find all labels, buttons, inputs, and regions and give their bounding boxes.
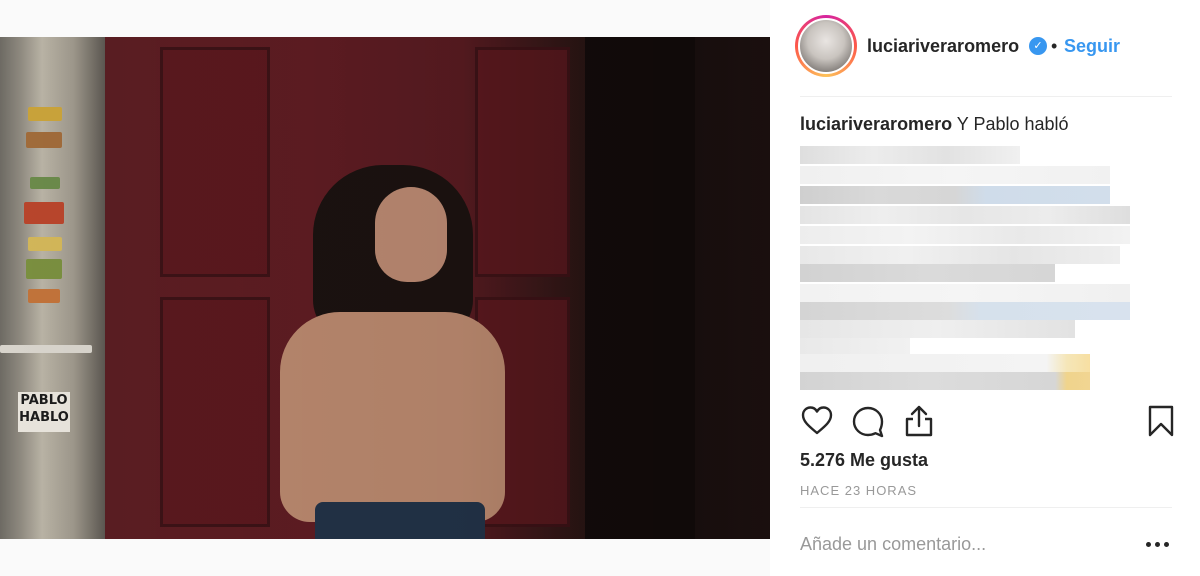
- caption-username[interactable]: luciariveraromero: [800, 114, 952, 134]
- comment-bubble-icon[interactable]: [851, 404, 885, 438]
- pixelated-row: [800, 246, 1120, 264]
- header-divider: [800, 96, 1172, 97]
- photo-shade: [0, 37, 770, 539]
- post-caption: luciariveraromero Y Pablo habló: [800, 114, 1069, 135]
- comment-input[interactable]: [800, 530, 1130, 558]
- pixelated-row: [800, 146, 1020, 164]
- pixelated-comments: [800, 146, 1200, 394]
- pixelated-row: [800, 284, 1130, 302]
- header-separator: •: [1051, 36, 1058, 56]
- pixelated-row: [800, 166, 1110, 184]
- post-photo[interactable]: PABLOHABLO: [0, 37, 770, 539]
- follow-button[interactable]: Seguir: [1064, 36, 1120, 57]
- pixelated-row: [800, 372, 1090, 390]
- pixelated-row: [800, 302, 1130, 320]
- caption-text: Y Pablo habló: [956, 114, 1069, 134]
- pixelated-row: [800, 320, 1075, 338]
- comment-divider: [800, 507, 1172, 508]
- heart-icon[interactable]: [800, 404, 834, 438]
- header-username[interactable]: luciariveraromero: [867, 36, 1019, 57]
- bookmark-icon[interactable]: [1144, 404, 1178, 438]
- pixelated-row: [800, 186, 1110, 204]
- share-upload-icon[interactable]: [902, 404, 936, 438]
- verified-badge-icon: ✓: [1029, 37, 1047, 55]
- more-options-icon[interactable]: [1144, 536, 1172, 552]
- post-actions: [800, 404, 1174, 444]
- avatar-story-ring[interactable]: [795, 15, 857, 77]
- post-header: luciariveraromero ✓ • Seguir: [770, 0, 1200, 97]
- post-side-panel: luciariveraromero ✓ • Seguir luciarivera…: [770, 0, 1200, 576]
- post-media-area: PABLOHABLO: [0, 0, 770, 576]
- post-timestamp[interactable]: HACE 23 HORAS: [800, 483, 917, 498]
- pixelated-row: [800, 264, 1055, 282]
- pixelated-row: [800, 354, 1090, 372]
- pixelated-row: [800, 226, 1130, 244]
- like-count[interactable]: 5.276 Me gusta: [800, 450, 928, 471]
- avatar[interactable]: [798, 18, 854, 74]
- pixelated-row: [800, 206, 1130, 224]
